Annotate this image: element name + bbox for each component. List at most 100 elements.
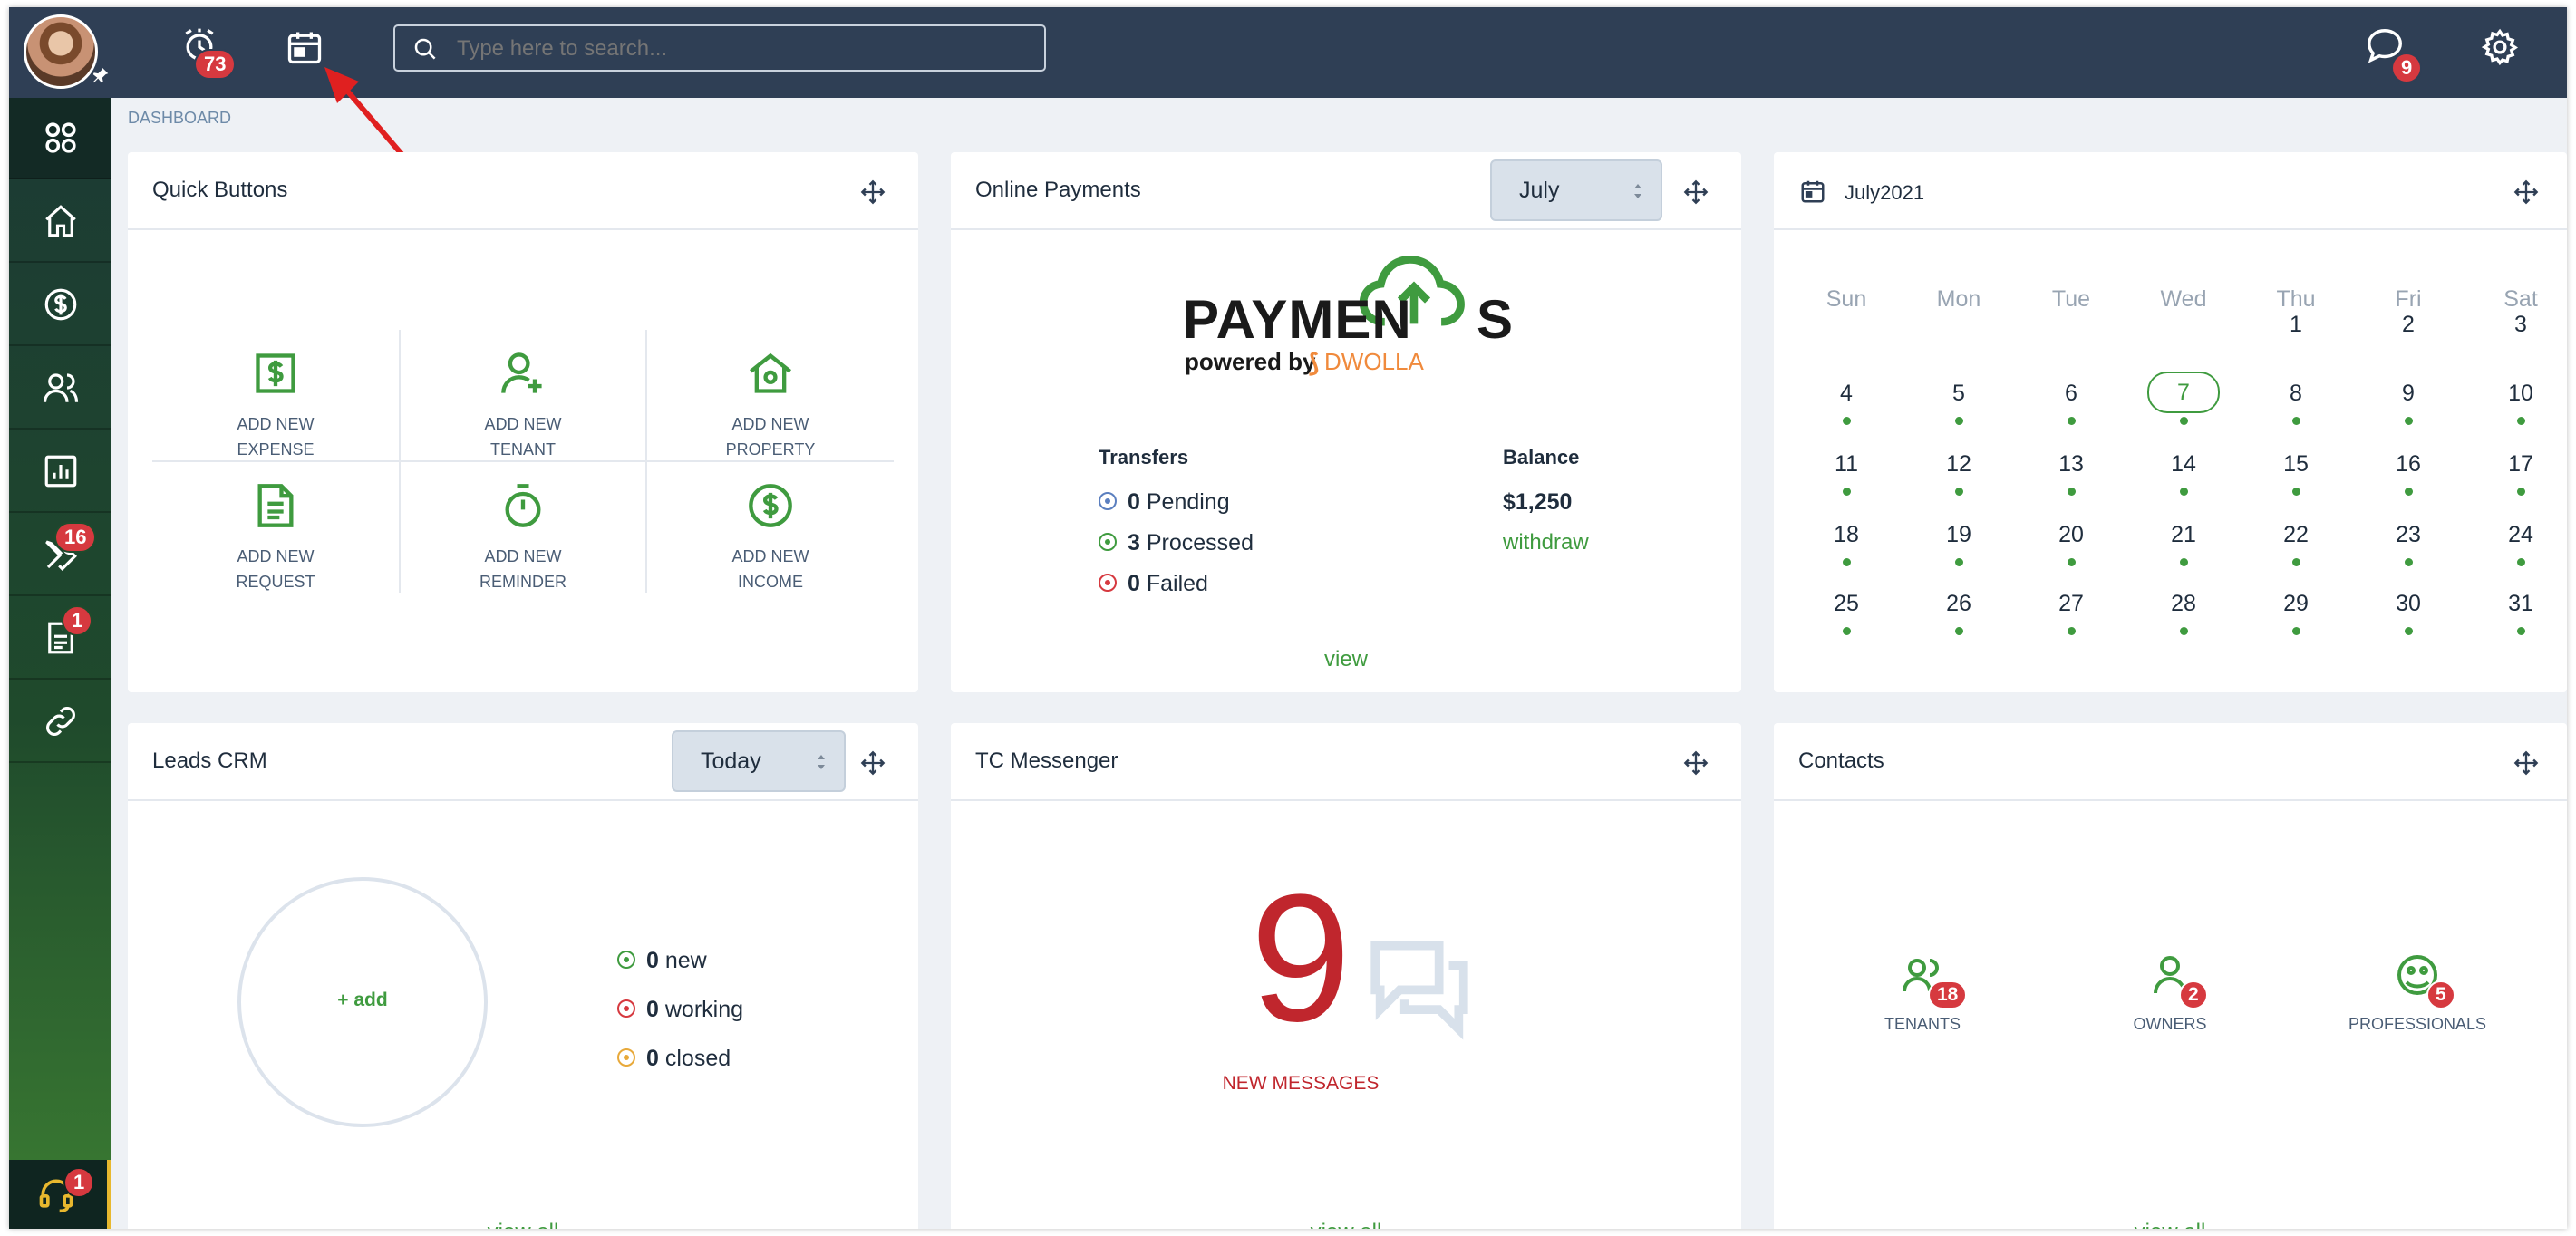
calendar-day[interactable]: 28 [2147,591,2220,617]
failed-row[interactable]: 0 Failed [1099,571,1208,597]
add-reminder-button[interactable]: ADD NEW REMINDER [400,475,646,605]
support-button[interactable]: 1 [9,1160,111,1229]
sidebar-item-reports[interactable] [9,431,111,513]
calendar-day[interactable]: 10 [2484,381,2557,407]
processed-count: 3 [1128,530,1140,555]
calendar-day[interactable]: 15 [2260,451,2332,478]
calendar-day[interactable]: 23 [2372,522,2445,548]
contacts-view-all-link[interactable]: view all [2079,1220,2261,1229]
leads-view-all-link[interactable]: view all [432,1220,614,1229]
search-input[interactable] [457,32,1028,66]
sidebar-item-dashboard[interactable] [9,98,111,179]
event-dot [2180,558,2188,566]
sidebar-item-properties[interactable] [9,181,111,263]
view-payments-link[interactable]: view [1301,647,1391,672]
calendar-day[interactable]: 12 [1922,451,1995,478]
calendar-day[interactable]: 3 [2484,312,2557,338]
calendar-day[interactable]: 13 [2035,451,2107,478]
move-icon[interactable] [860,750,886,776]
calendar-day[interactable]: 5 [1922,381,1995,407]
sidebar-item-links[interactable] [9,681,111,763]
calendar-day-today[interactable]: 7 [2147,372,2220,413]
sidebar-item-accounting[interactable] [9,265,111,346]
messages-button[interactable]: 9 [2364,25,2423,83]
leads-closed-row[interactable]: 0 closed [617,1046,731,1072]
event-dot [2517,488,2525,496]
period-select[interactable]: Today [672,730,846,792]
processed-row[interactable]: 3 Processed [1099,530,1254,556]
sidebar-item-people[interactable] [9,348,111,430]
calendar-day[interactable]: 17 [2484,451,2557,478]
calendar-day[interactable]: 11 [1810,451,1883,478]
move-icon[interactable] [860,179,886,205]
calendar-day[interactable]: 8 [2260,381,2332,407]
processed-label: Processed [1146,530,1254,555]
calendar-icon [1801,180,1825,203]
calendar-day[interactable]: 4 [1810,381,1883,407]
event-dot [2405,558,2413,566]
pending-status-icon [1099,492,1117,511]
dwolla-brand: DWOLLA [1324,348,1424,375]
weekday-label: Wed [2160,286,2207,312]
calendar-day[interactable]: 9 [2372,381,2445,407]
panel-header: Online Payments July [951,152,1741,230]
pending-label: Pending [1146,489,1230,515]
event-dot [1843,558,1851,566]
calendar-day[interactable]: 27 [2035,591,2107,617]
sidebar-item-maintenance[interactable]: 16 [9,515,111,596]
add-lead-button[interactable]: + add [241,990,484,1011]
sidebar-item-documents[interactable]: 1 [9,598,111,680]
month-select[interactable]: July [1490,159,1662,221]
panel-header: Leads CRM Today [128,723,918,801]
move-icon[interactable] [1683,179,1709,205]
calendar-day[interactable]: 20 [2035,522,2107,548]
messenger-view-all-link[interactable]: view all [1255,1220,1437,1229]
calendar-day[interactable]: 2 [2372,312,2445,338]
move-icon[interactable] [2513,750,2539,776]
calendar-day[interactable]: 16 [2372,451,2445,478]
pending-count: 0 [1128,489,1140,515]
add-expense-button[interactable]: ADD NEW EXPENSE [152,343,399,473]
owners-label: OWNERS [2133,1015,2207,1033]
calendar-day[interactable]: 14 [2147,451,2220,478]
calendar-day[interactable]: 26 [1922,591,1995,617]
reminders-button[interactable]: 73 [179,25,237,80]
avatar[interactable] [24,14,98,89]
calendar-day[interactable]: 29 [2260,591,2332,617]
pending-row[interactable]: 0 Pending [1099,489,1230,516]
calendar-day[interactable]: 31 [2484,591,2557,617]
calendar-day[interactable]: 22 [2260,522,2332,548]
calendar-day[interactable]: 1 [2260,312,2332,338]
search-box[interactable] [393,24,1046,72]
move-icon[interactable] [2513,179,2539,205]
leads-new-row[interactable]: 0 new [617,948,707,974]
stopwatch-icon [505,484,541,527]
breadcrumb[interactable]: DASHBOARD [128,109,231,128]
calendar-day[interactable]: 6 [2035,381,2107,407]
qb-line1: ADD NEW [484,547,562,565]
calendar-day[interactable]: 21 [2147,522,2220,548]
calendar-day[interactable]: 19 [1922,522,1995,548]
add-request-button[interactable]: ADD NEW REQUEST [152,475,399,605]
add-tenant-button[interactable]: ADD NEW TENANT [400,343,646,473]
leads-working-row[interactable]: 0 working [617,997,743,1023]
quick-buttons-panel: Quick Buttons ADD NEW EXPENSE ADD NEW TENA… [128,152,918,692]
add-lead-circle[interactable]: + add [237,877,488,1127]
calendar-day[interactable]: 30 [2372,591,2445,617]
calendar-day[interactable]: 24 [2484,522,2557,548]
move-icon[interactable] [1683,750,1709,776]
settings-button[interactable] [2480,27,2525,72]
withdraw-link[interactable]: withdraw [1503,530,1589,555]
calendar-day[interactable]: 25 [1810,591,1883,617]
home-icon [44,205,76,237]
event-dot [1955,417,1963,425]
users-icon [43,373,78,402]
event-dot [2068,558,2076,566]
add-property-button[interactable]: ADD NEW PROPERTY [647,343,894,473]
working-status-icon [617,999,635,1019]
month-select-value: July [1519,178,1560,203]
calendar-day[interactable]: 18 [1810,522,1883,548]
add-income-button[interactable]: ADD NEW INCOME [647,475,894,605]
new-messages-count[interactable]: 9 [1237,868,1364,1049]
contacts-panel: Contacts 18 TENANTS 2 OWNERS 5 PROFESSIO… [1774,723,2567,1229]
